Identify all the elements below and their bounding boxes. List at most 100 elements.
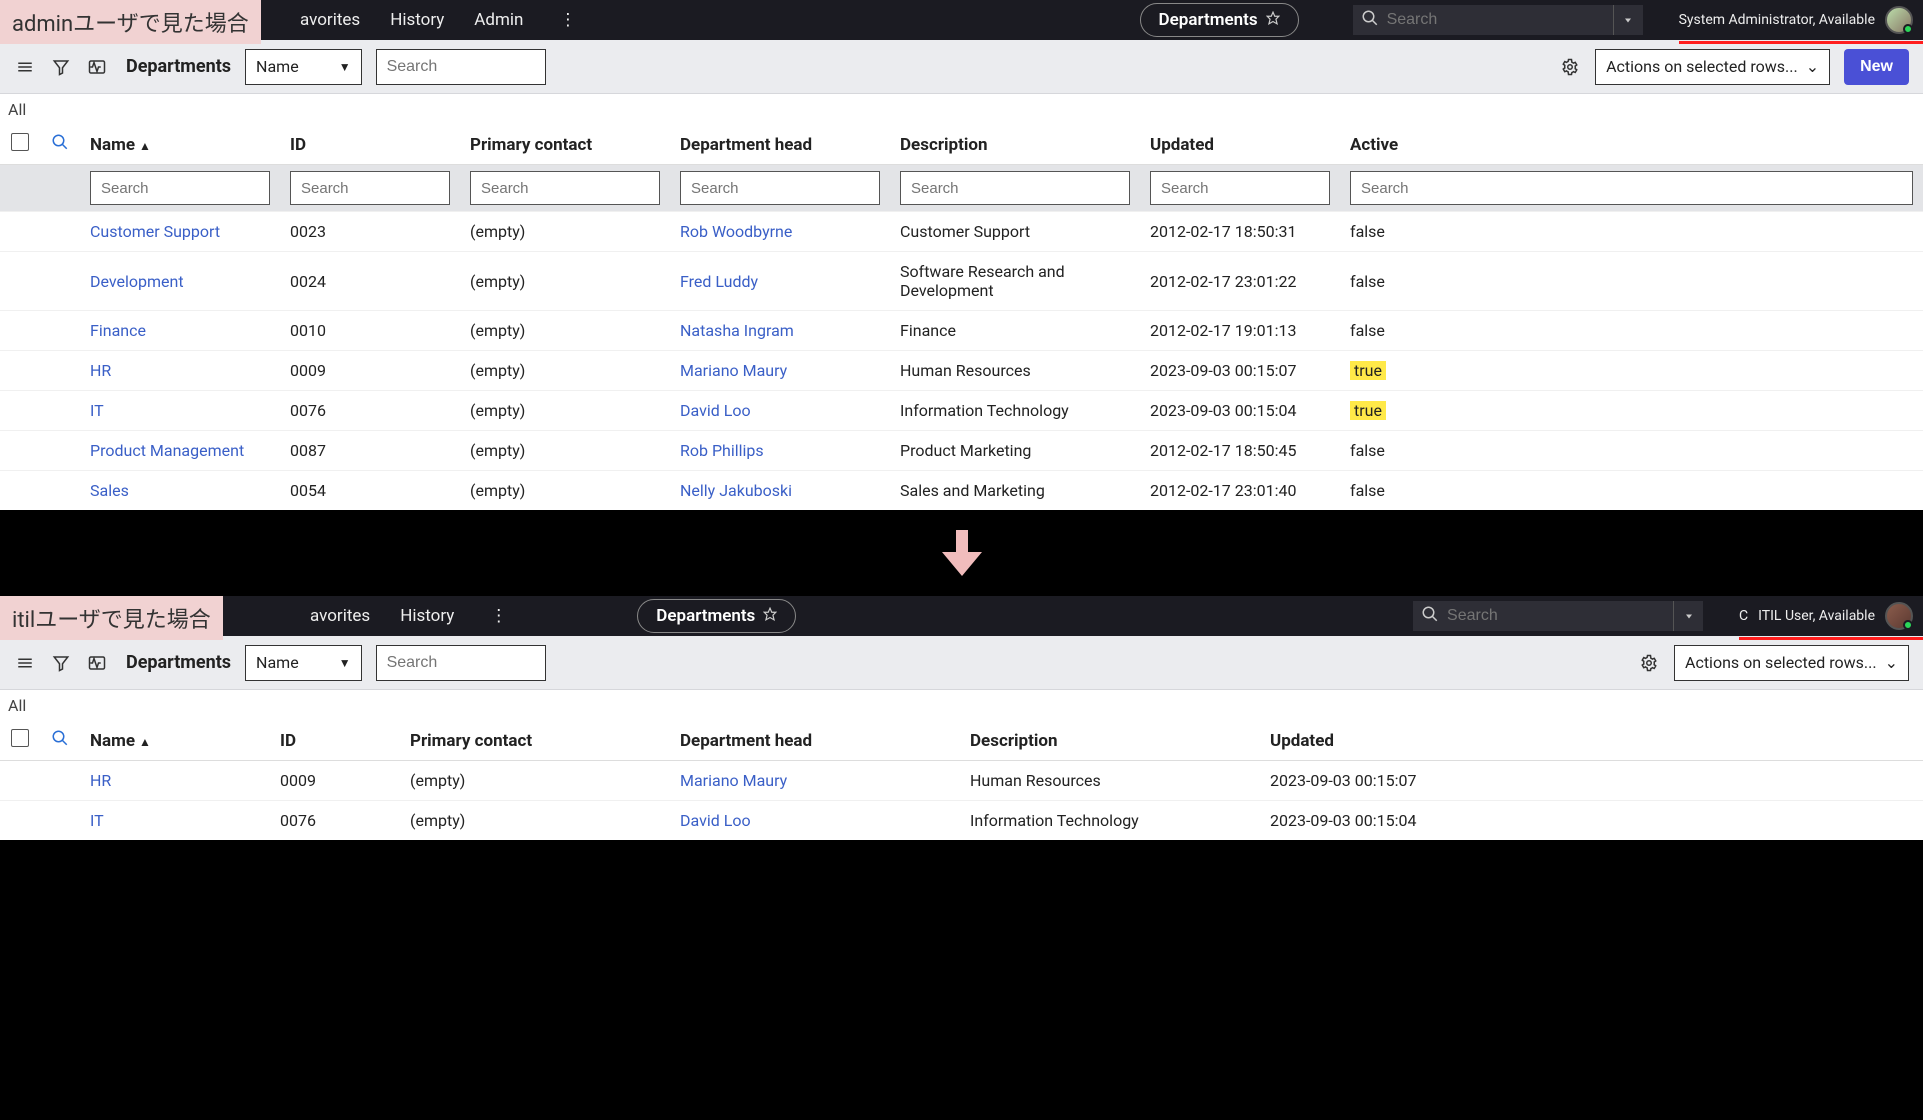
cell-updated: 2023-09-03 00:15:04 [1150,401,1296,420]
select-all-checkbox[interactable] [11,729,29,747]
table-row[interactable]: HR 0009 (empty) Mariano Maury Human Reso… [0,761,1923,801]
cell-dept-head[interactable]: David Loo [680,811,751,830]
user-menu[interactable]: C ITIL User, Available [1739,602,1913,630]
sort-asc-icon: ▲ [139,735,151,749]
keyword-input[interactable] [376,49,546,85]
star-icon[interactable] [763,606,777,626]
cell-primary-contact: (empty) [470,401,525,420]
avatar[interactable] [1885,6,1913,34]
cell-id: 0087 [290,441,326,460]
cell-description: Information Technology [900,401,1069,420]
user-menu[interactable]: System Administrator, Available [1679,6,1913,34]
col-description[interactable]: Description [890,125,1140,165]
table-row[interactable]: HR 0009 (empty) Mariano Maury Human Reso… [0,351,1923,391]
table-row[interactable]: IT 0076 (empty) David Loo Information Te… [0,801,1923,841]
nav-history[interactable]: History [390,10,444,30]
cell-dept-head[interactable]: Rob Phillips [680,441,764,460]
global-search[interactable] [1353,5,1613,35]
col-id[interactable]: ID [280,125,460,165]
chevron-down-icon: ⌄ [1806,57,1819,76]
cell-name[interactable]: Customer Support [90,222,220,241]
cell-dept-head[interactable]: Natasha Ingram [680,321,794,340]
context-pill[interactable]: Departments [1140,3,1299,37]
search-active[interactable] [1350,171,1913,205]
search-dropdown-toggle[interactable] [1613,5,1643,35]
nav-favorites[interactable]: avorites [310,606,370,626]
global-search-input[interactable] [1447,607,1673,625]
col-id[interactable]: ID [270,721,400,761]
search-name[interactable] [90,171,270,205]
cell-dept-head[interactable]: Nelly Jakuboski [680,481,792,500]
cell-name[interactable]: Finance [90,321,146,340]
table-row[interactable]: Sales 0054 (empty) Nelly Jakuboski Sales… [0,471,1923,511]
search-dropdown-toggle[interactable] [1673,601,1703,631]
cell-dept-head[interactable]: Rob Woodbyrne [680,222,792,241]
col-name[interactable]: Name▲ [80,125,280,165]
new-button[interactable]: New [1844,49,1909,85]
table-row[interactable]: Development 0024 (empty) Fred Luddy Soft… [0,252,1923,311]
col-updated[interactable]: Updated [1260,721,1923,761]
more-icon[interactable]: ⋮ [553,10,582,30]
menu-icon[interactable] [14,56,36,78]
table-row[interactable]: Finance 0010 (empty) Natasha Ingram Fina… [0,311,1923,351]
search-primary-contact[interactable] [470,171,660,205]
cell-dept-head[interactable]: David Loo [680,401,751,420]
cell-name[interactable]: HR [90,771,111,790]
actions-select[interactable]: Actions on selected rows... ⌄ [1595,49,1830,85]
breadcrumb-all[interactable]: All [0,94,1923,125]
nav-favorites[interactable]: avorites [300,10,360,30]
cell-name[interactable]: IT [90,401,104,420]
table-row[interactable]: Customer Support 0023 (empty) Rob Woodby… [0,212,1923,252]
list-title: Departments [126,56,231,77]
global-search[interactable] [1413,601,1673,631]
search-updated[interactable] [1150,171,1330,205]
activity-icon[interactable] [86,56,108,78]
cell-id: 0009 [290,361,326,380]
col-updated[interactable]: Updated [1140,125,1340,165]
actions-select[interactable]: Actions on selected rows... ⌄ [1674,645,1909,681]
admin-annotation: adminユーザで見た場合 [0,0,261,44]
table-row[interactable]: Product Management 0087 (empty) Rob Phil… [0,431,1923,471]
field-select[interactable]: Name ▼ [245,49,362,85]
field-select[interactable]: Name ▼ [245,645,362,681]
col-description[interactable]: Description [960,721,1260,761]
cell-name[interactable]: IT [90,811,104,830]
cell-dept-head[interactable]: Fred Luddy [680,272,758,291]
table-row[interactable]: IT 0076 (empty) David Loo Information Te… [0,391,1923,431]
star-icon[interactable] [1266,10,1280,30]
search-id[interactable] [290,171,450,205]
avatar[interactable] [1885,602,1913,630]
col-dept-head[interactable]: Department head [670,721,960,761]
cell-dept-head[interactable]: Mariano Maury [680,771,787,790]
col-primary-contact[interactable]: Primary contact [460,125,670,165]
context-pill[interactable]: Departments [637,599,796,633]
activity-icon[interactable] [86,652,108,674]
select-all-checkbox[interactable] [11,133,29,151]
nav-history[interactable]: History [400,606,454,626]
breadcrumb-all[interactable]: All [0,690,1923,721]
filter-icon[interactable] [50,56,72,78]
col-name[interactable]: Name▲ [80,721,270,761]
gear-icon[interactable] [1638,652,1660,674]
global-search-input[interactable] [1387,11,1613,29]
table-header: Name▲ ID Primary contact Department head… [0,125,1923,165]
cell-dept-head[interactable]: Mariano Maury [680,361,787,380]
keyword-input[interactable] [376,645,546,681]
col-primary-contact[interactable]: Primary contact [400,721,670,761]
search-icon[interactable] [51,732,69,752]
cell-name[interactable]: HR [90,361,111,380]
cell-name[interactable]: Development [90,272,184,291]
search-dept-head[interactable] [680,171,880,205]
col-active[interactable]: Active [1340,125,1923,165]
cell-name[interactable]: Product Management [90,441,244,460]
search-icon[interactable] [51,136,69,156]
gear-icon[interactable] [1559,56,1581,78]
col-dept-head[interactable]: Department head [670,125,890,165]
search-description[interactable] [900,171,1130,205]
nav-admin[interactable]: Admin [474,10,523,30]
filter-icon[interactable] [50,652,72,674]
departments-table: Name▲ ID Primary contact Department head… [0,125,1923,510]
more-icon[interactable]: ⋮ [484,606,513,626]
menu-icon[interactable] [14,652,36,674]
cell-name[interactable]: Sales [90,481,129,500]
